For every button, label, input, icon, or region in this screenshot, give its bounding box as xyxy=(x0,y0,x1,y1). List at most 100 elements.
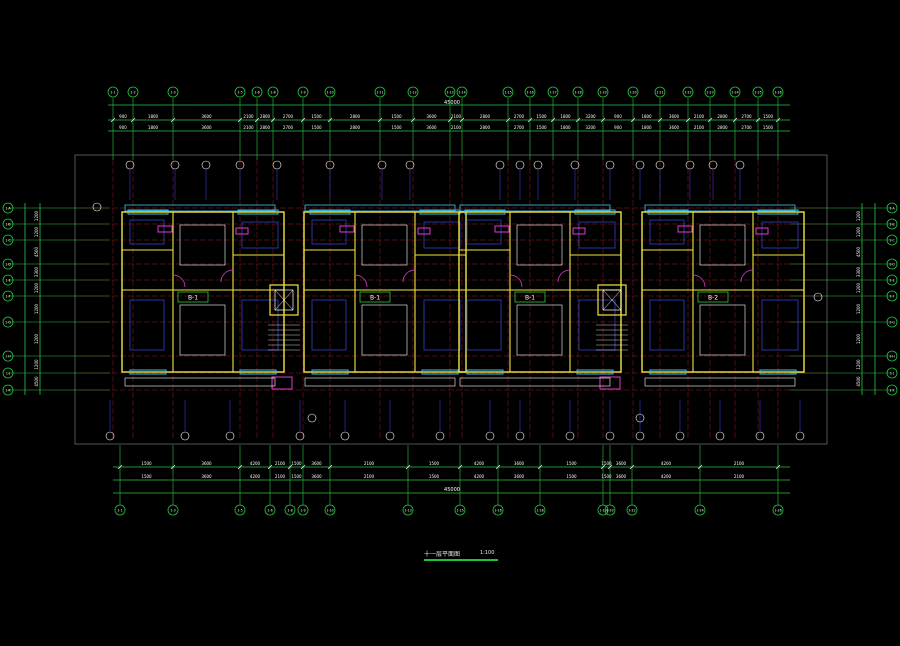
top-axis-bubble-label: 1-9 xyxy=(300,91,305,95)
top-axis-bubble-label: 1-10 xyxy=(326,91,333,95)
right-dim-text: 1200 xyxy=(856,226,861,237)
bottom-axis-bubble-label: 1-16 xyxy=(494,509,501,513)
top-axis-bubble-label: 1-1 xyxy=(110,91,115,95)
left-dim-text: 1200 xyxy=(34,303,39,314)
top-dim-text-2: 1500 xyxy=(311,125,322,130)
bottom-dim-text: 1500 xyxy=(141,461,152,466)
top-axis-bubble-label: 1-26 xyxy=(774,91,781,95)
bottom-axis-bubble-label: 1-8 xyxy=(287,509,292,513)
bottom-dim-text-2: 4200 xyxy=(250,474,261,479)
top-dim-text-2: 3600 xyxy=(201,125,212,130)
left-axis-bubble-label: 1-H xyxy=(5,355,11,359)
right-axis-bubble-label: 1-K xyxy=(889,389,895,393)
bottom-dim-text-2: 1500 xyxy=(601,474,612,479)
top-dim-text: 1500 xyxy=(536,114,547,119)
top-dim-text: 2800 xyxy=(480,114,491,119)
left-axis-bubble-label: 1-B xyxy=(5,223,10,227)
left-dim-text: 4500 xyxy=(34,246,39,257)
right-axis-bubble-label: 1-G xyxy=(889,321,895,325)
bottom-dim-text-2: 1500 xyxy=(566,474,577,479)
bottom-dim-text: 4200 xyxy=(474,461,485,466)
top-dim-text: 2100 xyxy=(694,114,705,119)
top-dim-text: 3200 xyxy=(585,114,596,119)
drawing-title: 十一层平面图 xyxy=(424,551,461,558)
top-axis-bubble-label: 1-5 xyxy=(237,91,242,95)
bottom-axis-bubble-label: 1-1 xyxy=(117,509,122,513)
left-dim-text: 3300 xyxy=(34,266,39,277)
right-axis-bubble-label: 1-H xyxy=(889,355,895,359)
bottom-axis-bubble-label: 1-18 xyxy=(536,509,543,513)
top-overall-dim-text: 45000 xyxy=(444,100,460,106)
top-dim-text-2: 2800 xyxy=(717,125,728,130)
top-dim-text-2: 1800 xyxy=(641,125,652,130)
top-dim-text-2: 3200 xyxy=(585,125,596,130)
top-dim-text-2: 2800 xyxy=(480,125,491,130)
right-dim-text: 4500 xyxy=(856,246,861,257)
top-dim-text-2: 2700 xyxy=(283,125,294,130)
top-dim-text: 2800 xyxy=(350,114,361,119)
top-axis-bubble-label: 1-17 xyxy=(549,91,556,95)
top-dim-text: 2700 xyxy=(283,114,294,119)
bottom-dim-text-2: 1500 xyxy=(291,474,302,479)
bottom-dim-text-2: 1500 xyxy=(429,474,440,479)
right-axis-bubble-label: 1-J xyxy=(890,372,894,376)
top-dim-text-2: 900 xyxy=(119,125,127,130)
top-dim-text-2: 2700 xyxy=(514,125,525,130)
bottom-overall-dim-text: 45000 xyxy=(444,487,460,493)
bottom-dim-text-2: 2100 xyxy=(734,474,745,479)
left-dim-text: 1200 xyxy=(34,282,39,293)
right-axis-bubble-label: 1-E xyxy=(889,279,894,283)
right-dim-text: 1200 xyxy=(856,333,861,344)
left-axis-bubble-label: 1-A xyxy=(5,207,11,211)
top-axis-bubble-label: 1-13 xyxy=(446,91,453,95)
right-axis-bubble-label: 1-C xyxy=(889,239,895,243)
bottom-axis-bubble-label: 1-5 xyxy=(237,509,242,513)
bottom-dim-text: 1500 xyxy=(291,461,302,466)
top-dim-text: 1500 xyxy=(311,114,322,119)
bottom-dim-text: 1500 xyxy=(601,461,612,466)
left-dim-text: 1200 xyxy=(34,333,39,344)
top-dim-text-2: 2100 xyxy=(694,125,705,130)
right-axis-bubble-label: 1-D xyxy=(889,263,895,267)
top-axis-bubble-label: 1-23 xyxy=(706,91,713,95)
top-axis-bubble-label: 1-20 xyxy=(629,91,636,95)
bottom-dim-text: 3600 xyxy=(201,461,212,466)
left-dim-text: 1200 xyxy=(34,226,39,237)
bottom-dim-text: 1500 xyxy=(429,461,440,466)
unit-label: B-1 xyxy=(188,295,198,302)
top-axis-bubble-label: 1-22 xyxy=(684,91,691,95)
top-dim-text-2: 3600 xyxy=(426,125,437,130)
drawing-title-block: 十一层平面图 1:100 xyxy=(424,549,500,565)
left-axis-bubble-label: 1-F xyxy=(5,295,10,299)
bottom-dim-text: 4200 xyxy=(661,461,672,466)
bottom-axis-bubble-label: 1-13 xyxy=(404,509,411,513)
top-dim-text-2: 1500 xyxy=(763,125,774,130)
bottom-dim-text-2: 3600 xyxy=(514,474,525,479)
top-dim-text-2: 3600 xyxy=(669,125,680,130)
top-dim-text: 1800 xyxy=(560,114,571,119)
bottom-dim-text: 3600 xyxy=(514,461,525,466)
left-axis-bubble-label: 1-G xyxy=(5,321,11,325)
bottom-dim-text: 3600 xyxy=(311,461,322,466)
bottom-axis-bubble-label: 1-20 xyxy=(606,509,613,513)
top-dim-text: 900 xyxy=(614,114,622,119)
top-dim-text: 1500 xyxy=(391,114,402,119)
left-axis-bubble-label: 1-J xyxy=(6,372,10,376)
top-dim-text: 3600 xyxy=(201,114,212,119)
top-dim-text: 1800 xyxy=(148,114,159,119)
bottom-dim-text-2: 3600 xyxy=(311,474,322,479)
bottom-dim-text: 2100 xyxy=(364,461,375,466)
top-dim-text: 900 xyxy=(119,114,127,119)
top-dim-text: 2800 xyxy=(260,114,271,119)
top-axis-bubble-label: 1-21 xyxy=(656,91,663,95)
unit-label: B-1 xyxy=(370,295,380,302)
unit-label: B-1 xyxy=(525,295,535,302)
top-axis-bubble-label: 1-12 xyxy=(409,91,416,95)
bottom-dim-text-2: 3600 xyxy=(616,474,627,479)
top-dim-text: 2100 xyxy=(451,114,462,119)
top-dim-text: 2700 xyxy=(514,114,525,119)
bottom-axis-bubble-label: 1-10 xyxy=(326,509,333,513)
top-axis-bubble-label: 1-15 xyxy=(504,91,511,95)
top-axis-bubble-label: 1-11 xyxy=(376,91,383,95)
bottom-axis-bubble-label: 1-26 xyxy=(774,509,781,513)
